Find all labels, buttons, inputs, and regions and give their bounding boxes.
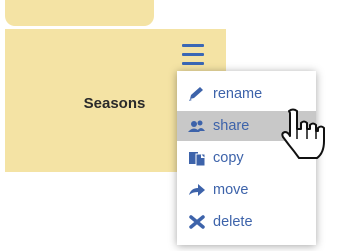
menu-item-label: share <box>213 118 250 134</box>
folder-name: Seasons <box>83 95 146 112</box>
menu-item-rename[interactable]: rename <box>177 79 316 109</box>
menu-item-delete[interactable]: delete <box>177 207 316 237</box>
users-icon <box>187 118 207 134</box>
menu-item-label: delete <box>213 214 253 230</box>
menu-item-move[interactable]: move <box>177 175 316 205</box>
arrow-right-icon <box>187 182 207 198</box>
menu-item-label: copy <box>213 150 244 166</box>
copy-icon <box>187 150 207 167</box>
hand-cursor-icon <box>279 107 331 163</box>
hamburger-menu-icon[interactable] <box>182 44 204 65</box>
menu-item-label: move <box>213 182 249 198</box>
folder-tab <box>5 0 154 26</box>
pencil-icon <box>187 86 207 102</box>
menu-item-label: rename <box>213 86 263 102</box>
x-icon <box>187 214 207 230</box>
